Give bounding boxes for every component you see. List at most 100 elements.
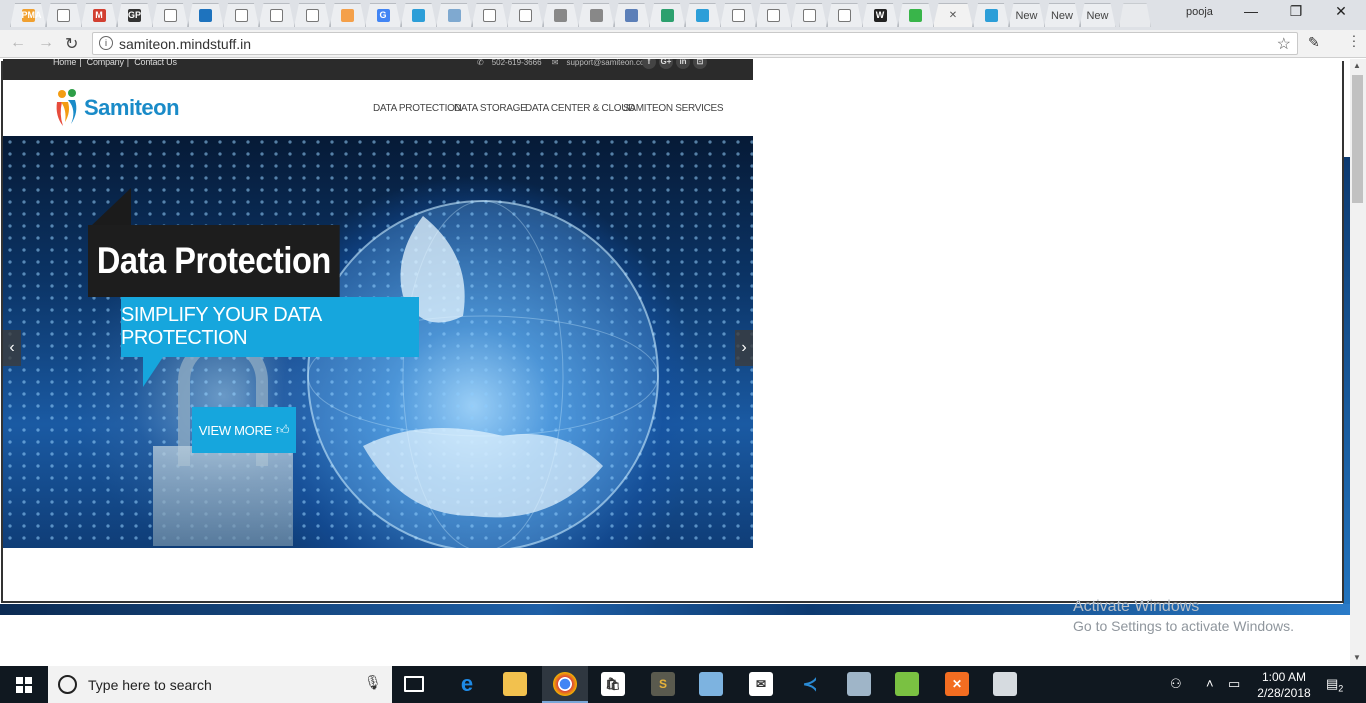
- eyedropper-extension-icon[interactable]: ✎: [1308, 34, 1320, 51]
- battery-icon[interactable]: ▭: [1228, 676, 1240, 692]
- reload-icon[interactable]: ↻: [65, 34, 78, 54]
- slider-prev-button[interactable]: ‹: [3, 330, 21, 366]
- tab-doc-1[interactable]: [45, 3, 82, 27]
- tab-close-icon[interactable]: ✕: [949, 10, 957, 21]
- store-icon[interactable]: 🛍︎: [601, 672, 625, 696]
- tab-new-1[interactable]: New: [1008, 3, 1045, 27]
- tab-xampp[interactable]: [897, 3, 934, 27]
- mail-icon[interactable]: ✉: [749, 672, 773, 696]
- instagram-icon[interactable]: ⊡: [693, 59, 707, 69]
- new-tab-button[interactable]: [1119, 3, 1151, 27]
- tab-doc-4[interactable]: [258, 3, 295, 27]
- view-more-button[interactable]: VIEW MORE 👍︎: [192, 407, 296, 453]
- address-bar[interactable]: i samiteon.mindstuff.in ☆: [92, 32, 1298, 55]
- contact-link[interactable]: Contact Us: [134, 59, 177, 67]
- top-links: Home | Company | Contact Us: [53, 59, 177, 67]
- show-hidden-icons[interactable]: ˄: [1206, 676, 1214, 691]
- tab-copy[interactable]: [436, 3, 472, 27]
- task-view-icon[interactable]: [404, 676, 424, 692]
- scroll-up-icon[interactable]: ▲: [1353, 61, 1361, 70]
- taskbar-clock[interactable]: 1:00 AM 2/28/2018: [1254, 669, 1314, 701]
- tab-doc-3-favicon: [234, 9, 248, 22]
- menu-samiteon-services[interactable]: SAMITEON SERVICES: [623, 103, 724, 114]
- tab-code[interactable]: [329, 3, 366, 27]
- facebook-icon[interactable]: f: [642, 59, 656, 69]
- tab-samiteon-1[interactable]: [400, 3, 437, 27]
- tab-doc-7[interactable]: [507, 3, 543, 27]
- taskbar-search-box[interactable]: Type here to search 🎙︎: [48, 666, 392, 703]
- tab-google[interactable]: G: [365, 3, 401, 27]
- tab-doc-10[interactable]: [791, 3, 827, 27]
- notepad-plus-icon[interactable]: [895, 672, 919, 696]
- minimize-button[interactable]: —: [1236, 3, 1266, 19]
- activate-windows-watermark: Activate Windows Go to Settings to activ…: [1073, 598, 1294, 634]
- profile-name[interactable]: pooja: [1186, 6, 1213, 18]
- tab-gmail-favicon: M: [92, 9, 106, 22]
- microphone-icon[interactable]: 🎙︎: [364, 674, 382, 691]
- people-icon[interactable]: ⚇: [1170, 676, 1182, 692]
- company-link[interactable]: Company: [87, 59, 124, 67]
- disk-icon[interactable]: [847, 672, 871, 696]
- tab-doc-3[interactable]: [223, 3, 259, 27]
- back-icon[interactable]: ←: [10, 34, 26, 52]
- subtitle-speech-tail: [143, 357, 163, 387]
- tab-new-2-label: New: [1050, 9, 1073, 22]
- bookmark-star-icon[interactable]: ☆: [1277, 34, 1291, 54]
- menu-data-center-cloud[interactable]: DATA CENTER & CLOUD: [525, 103, 635, 114]
- tab-doc-5[interactable]: [294, 3, 330, 27]
- chrome-icon[interactable]: [553, 672, 577, 696]
- tab-doc-2[interactable]: [152, 3, 188, 27]
- edge-icon[interactable]: e: [455, 671, 479, 696]
- start-button[interactable]: [0, 666, 48, 703]
- tab-doc-8-favicon: [731, 9, 745, 22]
- tab-download[interactable]: [649, 3, 685, 27]
- menu-data-protection[interactable]: DATA PROTECTION: [373, 103, 462, 114]
- scroll-thumb[interactable]: [1352, 75, 1363, 203]
- tab-pma[interactable]: PMA: [10, 3, 46, 27]
- tab-gp[interactable]: GP: [116, 3, 153, 27]
- tab-doc-8[interactable]: [720, 3, 756, 27]
- tab-active[interactable]: ✕: [933, 3, 973, 27]
- scroll-down-icon[interactable]: ▼: [1353, 653, 1361, 662]
- tab-pma-favicon: PMA: [21, 9, 42, 22]
- slider-next-button[interactable]: ›: [735, 330, 753, 366]
- site-logo[interactable]: Samiteon: [53, 88, 180, 128]
- tab-samiteon-2[interactable]: [684, 3, 721, 27]
- tab-doc-11[interactable]: [826, 3, 863, 27]
- tab-samiteon-3[interactable]: [973, 3, 1009, 27]
- tab-app-1[interactable]: [542, 3, 579, 27]
- email-address[interactable]: support@samiteon.com: [566, 59, 651, 67]
- tab-gmail[interactable]: M: [81, 3, 117, 27]
- sublime-text-icon[interactable]: S: [651, 672, 675, 696]
- title-speech-tail: [91, 188, 131, 226]
- remote-desktop-icon[interactable]: [699, 672, 723, 696]
- file-explorer-icon[interactable]: [503, 672, 527, 696]
- tab-app-2-favicon: [589, 9, 603, 22]
- tab-new-3[interactable]: New: [1079, 3, 1116, 27]
- tab-bar[interactable]: [187, 3, 224, 27]
- google-plus-icon[interactable]: G+: [659, 59, 673, 69]
- vscode-icon[interactable]: ≺: [798, 672, 822, 696]
- site-info-icon[interactable]: i: [99, 36, 113, 50]
- url-text[interactable]: samiteon.mindstuff.in: [119, 36, 251, 52]
- xampp-icon[interactable]: ✕: [945, 672, 969, 696]
- linkedin-icon[interactable]: in: [676, 59, 690, 69]
- tab-doc-9[interactable]: [755, 3, 792, 27]
- forward-icon[interactable]: →: [38, 34, 54, 52]
- tab-doc-6[interactable]: [471, 3, 508, 27]
- restore-button[interactable]: ❐: [1281, 3, 1311, 20]
- window-close-button[interactable]: ✕: [1326, 3, 1356, 20]
- action-center-icon[interactable]: ▤2: [1326, 676, 1343, 694]
- paint-icon[interactable]: [993, 672, 1017, 696]
- page-scrollbar[interactable]: ▲ ▼: [1350, 59, 1366, 666]
- tab-xampp-favicon: [909, 9, 922, 22]
- tab-rss[interactable]: [613, 3, 650, 27]
- tab-new-2[interactable]: New: [1044, 3, 1080, 27]
- tab-app-2[interactable]: [578, 3, 614, 27]
- menu-data-storage[interactable]: DATA STORAGE: [454, 103, 527, 114]
- browser-menu-icon[interactable]: · · ·: [1349, 28, 1359, 52]
- home-link[interactable]: Home: [53, 59, 76, 67]
- tab-wikipedia[interactable]: W: [862, 3, 898, 27]
- site-navbar: Samiteon DATA PROTECTION DATA STORAGE DA…: [3, 80, 753, 136]
- logo-text: Samiteon: [84, 95, 180, 120]
